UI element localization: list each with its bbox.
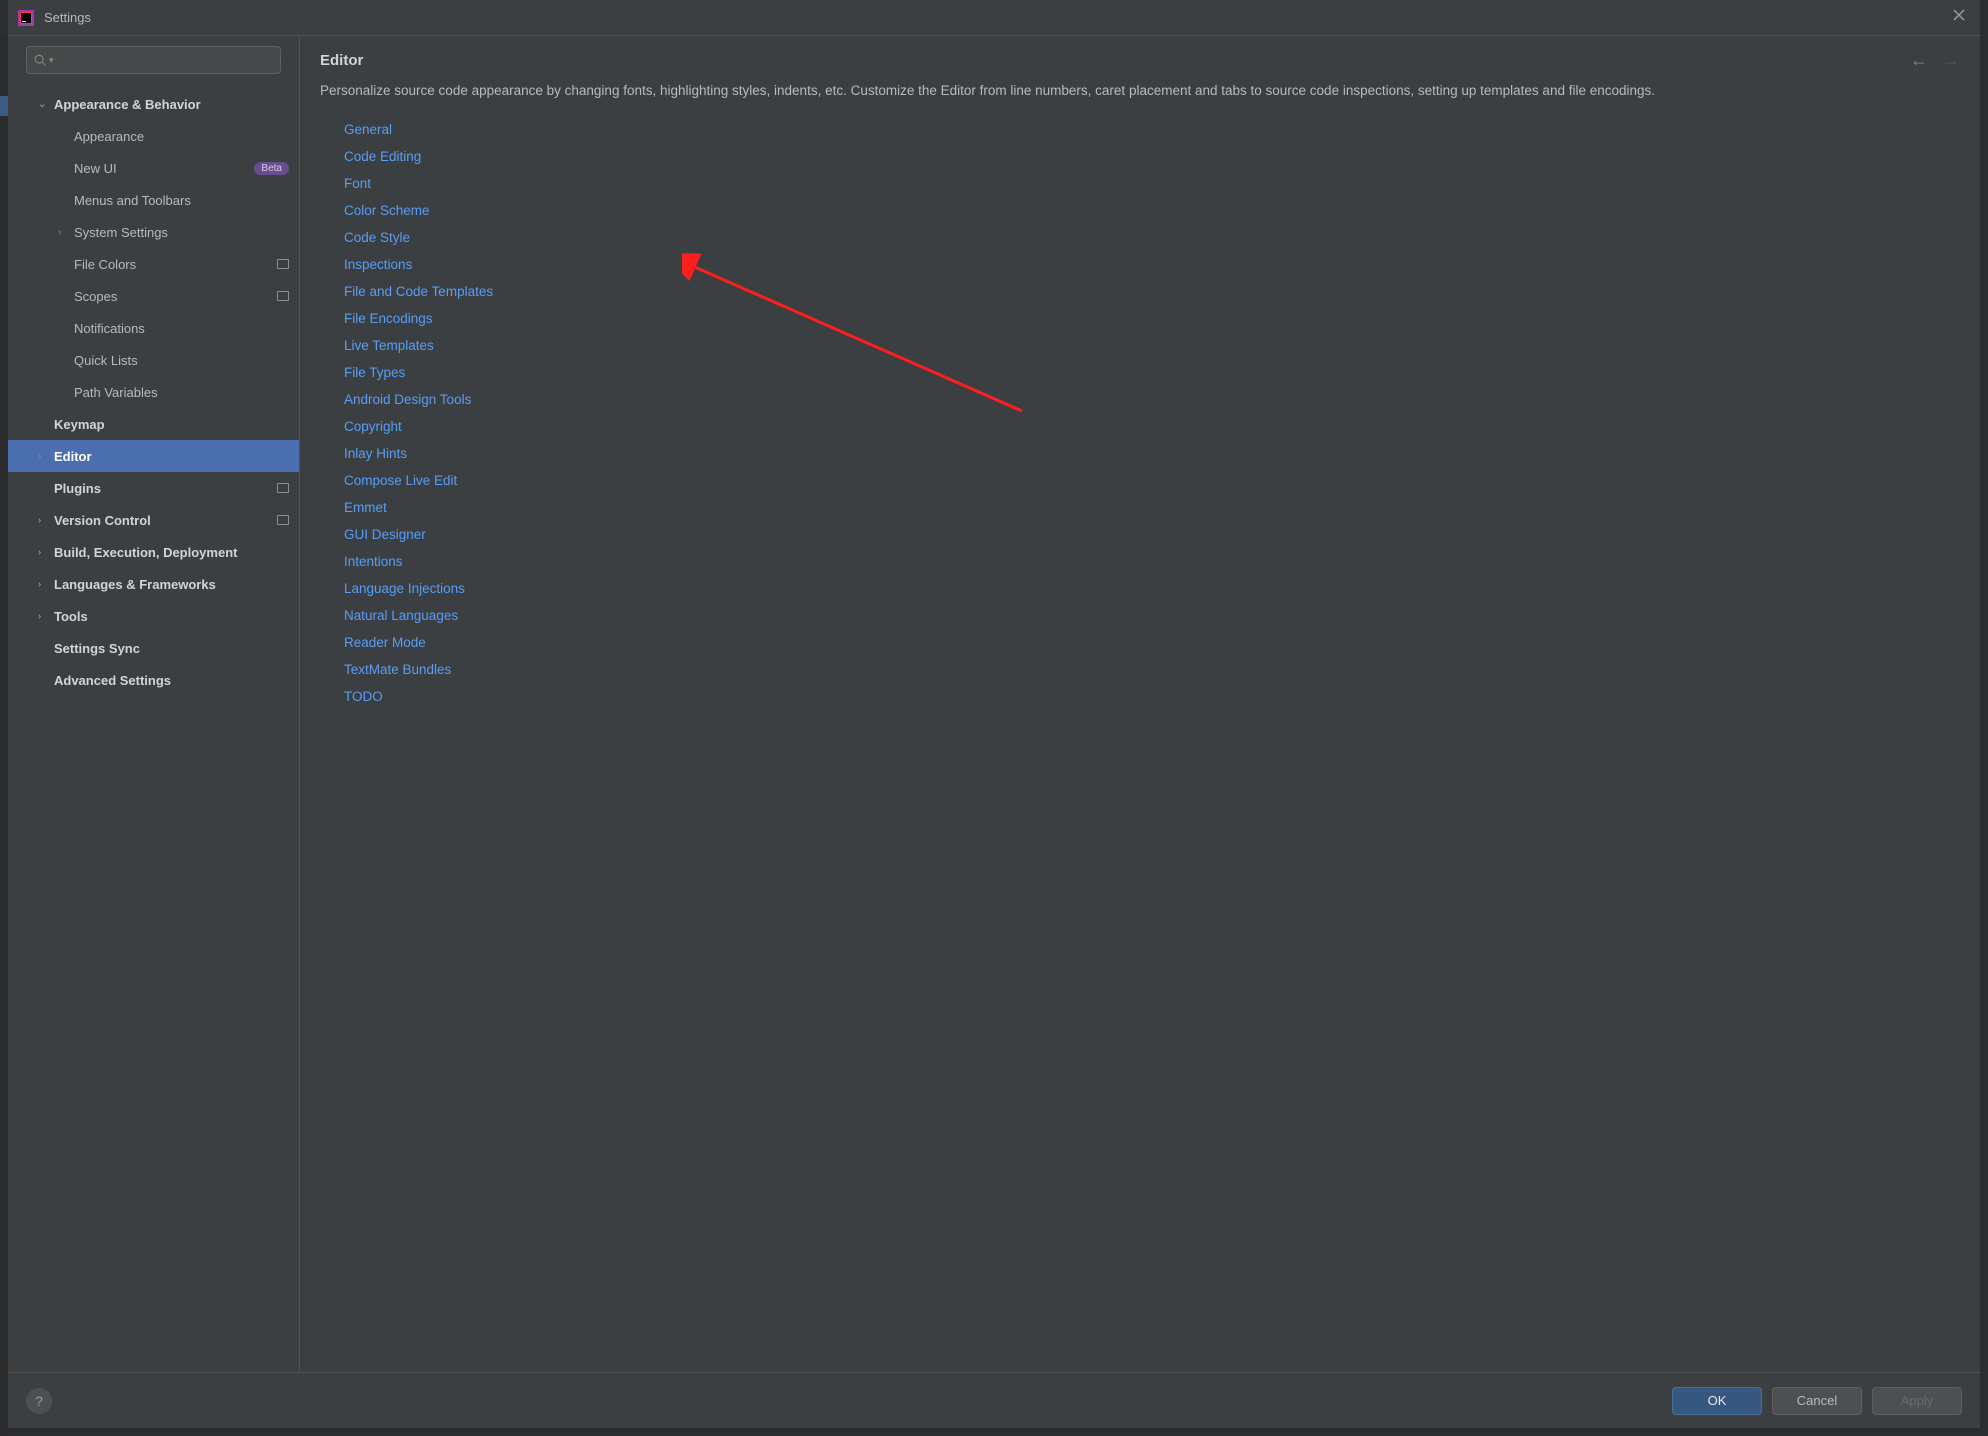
chevron-icon: › xyxy=(38,547,48,558)
editor-link-inlay-hints[interactable]: Inlay Hints xyxy=(344,440,1960,467)
app-icon xyxy=(18,10,34,26)
chevron-icon: › xyxy=(38,611,48,622)
chevron-icon: › xyxy=(38,515,48,526)
search-dropdown-icon: ▾ xyxy=(49,55,54,66)
tree-item-settings-sync[interactable]: Settings Sync xyxy=(8,632,299,664)
editor-link-file-types[interactable]: File Types xyxy=(344,359,1960,386)
editor-link-inspections[interactable]: Inspections xyxy=(344,251,1960,278)
editor-link-file-and-code-templates[interactable]: File and Code Templates xyxy=(344,278,1960,305)
tree-item-appearance-behavior[interactable]: ⌄ Appearance & Behavior xyxy=(8,88,299,120)
close-button[interactable] xyxy=(1948,4,1970,31)
tree-item-system-settings[interactable]: › System Settings xyxy=(8,216,299,248)
editor-link-general[interactable]: General xyxy=(344,116,1960,143)
content-panel: Editor ← → Personalize source code appea… xyxy=(300,36,1980,1372)
search-input[interactable]: ▾ xyxy=(26,46,281,74)
tree-item-label: Languages & Frameworks xyxy=(54,577,289,592)
editor-links: GeneralCode EditingFontColor SchemeCode … xyxy=(320,116,1960,710)
dialog-footer: ? OK Cancel Apply xyxy=(8,1372,1980,1428)
tree-item-tools[interactable]: › Tools xyxy=(8,600,299,632)
project-scope-icon xyxy=(277,483,289,493)
tree-item-languages-frameworks[interactable]: › Languages & Frameworks xyxy=(8,568,299,600)
editor-link-language-injections[interactable]: Language Injections xyxy=(344,575,1960,602)
tree-item-label: Build, Execution, Deployment xyxy=(54,545,289,560)
tree-item-label: Keymap xyxy=(54,417,289,432)
tree-item-label: Quick Lists xyxy=(74,353,289,368)
tree-item-label: Notifications xyxy=(74,321,289,336)
editor-link-textmate-bundles[interactable]: TextMate Bundles xyxy=(344,656,1960,683)
gutter-strip xyxy=(0,36,8,1436)
apply-button: Apply xyxy=(1872,1387,1962,1415)
tree-item-label: File Colors xyxy=(74,257,277,272)
tree-item-notifications[interactable]: Notifications xyxy=(8,312,299,344)
editor-link-todo[interactable]: TODO xyxy=(344,683,1960,710)
tree-item-path-variables[interactable]: Path Variables xyxy=(8,376,299,408)
help-button[interactable]: ? xyxy=(26,1388,52,1414)
tree-item-menus-and-toolbars[interactable]: Menus and Toolbars xyxy=(8,184,299,216)
editor-link-file-encodings[interactable]: File Encodings xyxy=(344,305,1960,332)
cancel-button[interactable]: Cancel xyxy=(1772,1387,1862,1415)
window-title: Settings xyxy=(44,10,91,25)
tree-item-label: Settings Sync xyxy=(54,641,289,656)
editor-link-natural-languages[interactable]: Natural Languages xyxy=(344,602,1960,629)
settings-dialog: Settings ▾ ⌄ Appearance & Behavior Appeara… xyxy=(8,0,1980,1428)
project-scope-icon xyxy=(277,291,289,301)
chevron-icon: › xyxy=(38,579,48,590)
tree-item-editor[interactable]: › Editor xyxy=(8,440,299,472)
titlebar: Settings xyxy=(8,0,1980,36)
tree-item-build-execution-deployment[interactable]: › Build, Execution, Deployment xyxy=(8,536,299,568)
editor-link-reader-mode[interactable]: Reader Mode xyxy=(344,629,1960,656)
tree-item-label: Tools xyxy=(54,609,289,624)
tree-item-version-control[interactable]: › Version Control xyxy=(8,504,299,536)
editor-link-color-scheme[interactable]: Color Scheme xyxy=(344,197,1960,224)
sidebar: ▾ ⌄ Appearance & Behavior Appearance New UI… xyxy=(8,36,300,1372)
forward-button: → xyxy=(1942,50,1960,71)
editor-link-gui-designer[interactable]: GUI Designer xyxy=(344,521,1960,548)
tree-item-label: Version Control xyxy=(54,513,277,528)
tree-item-plugins[interactable]: Plugins xyxy=(8,472,299,504)
editor-link-android-design-tools[interactable]: Android Design Tools xyxy=(344,386,1960,413)
tree-item-label: New UI xyxy=(74,161,248,176)
tree-item-label: System Settings xyxy=(74,225,289,240)
editor-link-intentions[interactable]: Intentions xyxy=(344,548,1960,575)
tree-item-label: Appearance & Behavior xyxy=(54,97,289,112)
back-button[interactable]: ← xyxy=(1910,50,1928,71)
tree-item-quick-lists[interactable]: Quick Lists xyxy=(8,344,299,376)
editor-link-code-style[interactable]: Code Style xyxy=(344,224,1960,251)
editor-link-compose-live-edit[interactable]: Compose Live Edit xyxy=(344,467,1960,494)
tree-item-label: Path Variables xyxy=(74,385,289,400)
tree-item-file-colors[interactable]: File Colors xyxy=(8,248,299,280)
content-description: Personalize source code appearance by ch… xyxy=(320,81,1960,102)
editor-link-code-editing[interactable]: Code Editing xyxy=(344,143,1960,170)
tree-item-appearance[interactable]: Appearance xyxy=(8,120,299,152)
editor-link-emmet[interactable]: Emmet xyxy=(344,494,1960,521)
tree-item-keymap[interactable]: Keymap xyxy=(8,408,299,440)
tree-item-label: Appearance xyxy=(74,129,289,144)
tree-item-label: Scopes xyxy=(74,289,277,304)
tree-item-label: Advanced Settings xyxy=(54,673,289,688)
search-icon xyxy=(33,53,47,67)
tree-item-new-ui[interactable]: New UI Beta xyxy=(8,152,299,184)
tree-item-label: Plugins xyxy=(54,481,277,496)
tree-item-advanced-settings[interactable]: Advanced Settings xyxy=(8,664,299,696)
tree-item-label: Menus and Toolbars xyxy=(74,193,289,208)
tree-item-label: Editor xyxy=(54,449,289,464)
content-title: Editor xyxy=(320,52,363,69)
chevron-icon: › xyxy=(58,227,68,238)
editor-link-copyright[interactable]: Copyright xyxy=(344,413,1960,440)
tree-item-scopes[interactable]: Scopes xyxy=(8,280,299,312)
project-scope-icon xyxy=(277,515,289,525)
chevron-icon: › xyxy=(38,451,48,462)
ok-button[interactable]: OK xyxy=(1672,1387,1762,1415)
project-scope-icon xyxy=(277,259,289,269)
editor-link-font[interactable]: Font xyxy=(344,170,1960,197)
beta-badge: Beta xyxy=(254,162,289,175)
editor-link-live-templates[interactable]: Live Templates xyxy=(344,332,1960,359)
chevron-icon: ⌄ xyxy=(38,99,48,110)
settings-tree: ⌄ Appearance & Behavior Appearance New UI Be… xyxy=(8,82,299,1372)
